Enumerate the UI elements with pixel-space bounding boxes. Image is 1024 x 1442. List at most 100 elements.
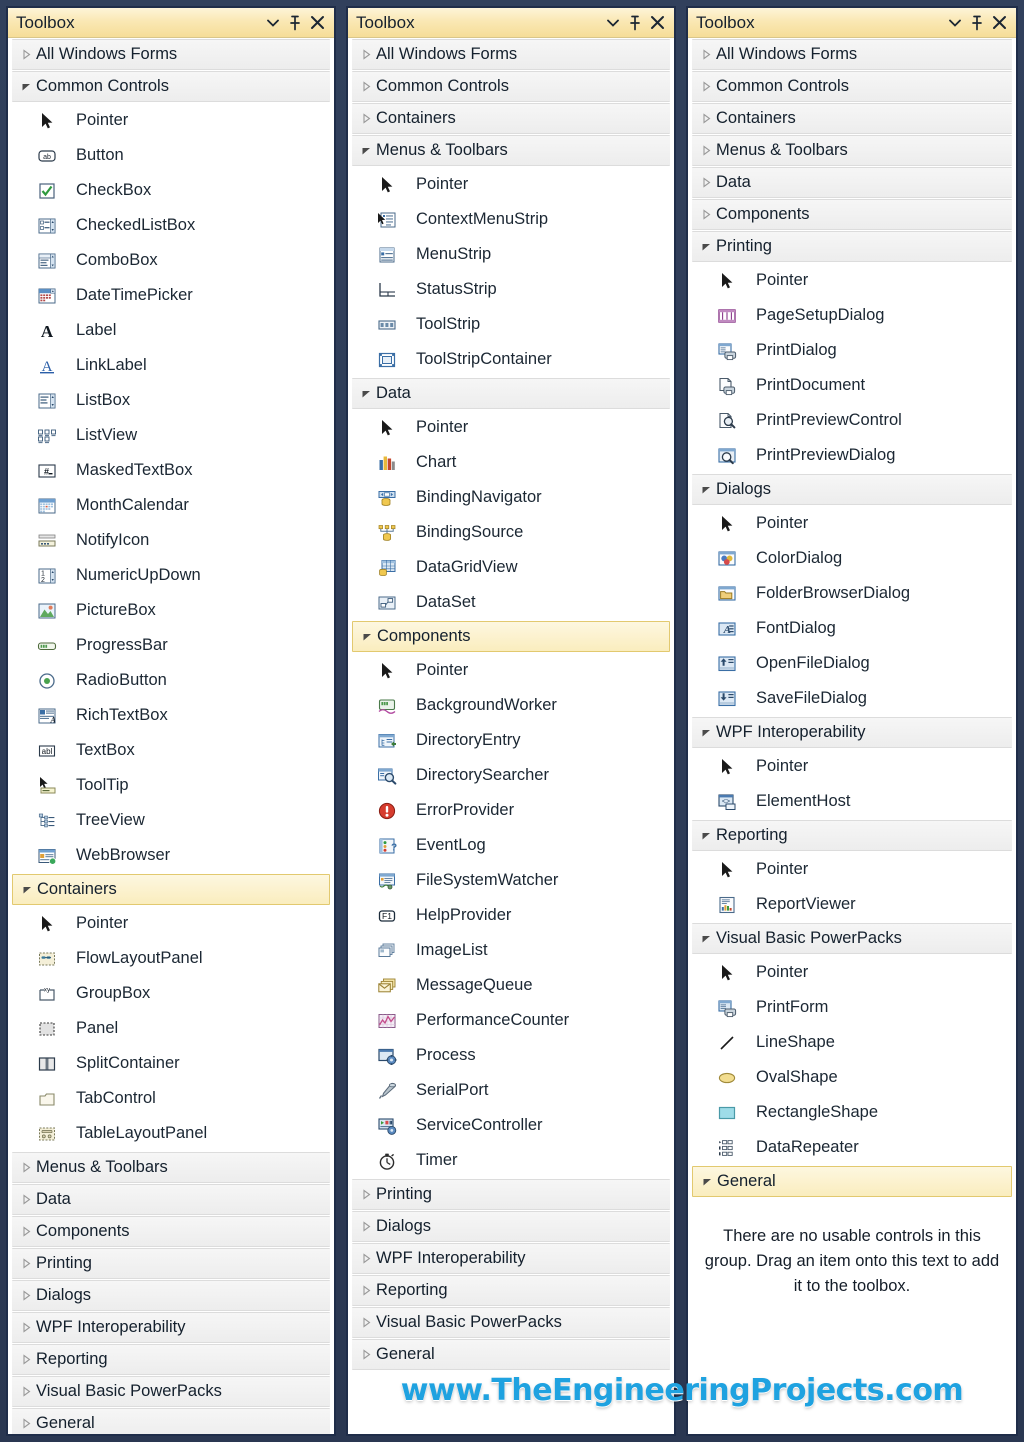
- toolbox-item[interactable]: Pointer: [8, 103, 334, 138]
- toolbox-item[interactable]: MenuStrip: [348, 237, 674, 272]
- toolbox-item[interactable]: ProgressBar: [8, 628, 334, 663]
- toolbox-item[interactable]: PrintPreviewControl: [688, 403, 1016, 438]
- pin-icon[interactable]: [284, 12, 306, 34]
- toolbox-item[interactable]: Process: [348, 1038, 674, 1073]
- toolbox-item[interactable]: WebBrowser: [8, 838, 334, 873]
- toolbox-category-all-windows-forms[interactable]: All Windows Forms: [352, 39, 670, 70]
- toolbox-item[interactable]: FolderBrowserDialog: [688, 576, 1016, 611]
- toolbox-item[interactable]: DataSet: [348, 585, 674, 620]
- toolbox-item[interactable]: CheckedListBox: [8, 208, 334, 243]
- toolbox-item[interactable]: ? EventLog: [348, 828, 674, 863]
- toolbox-category-printing[interactable]: Printing: [692, 231, 1012, 262]
- toolbox-category-dialogs[interactable]: Dialogs: [12, 1280, 330, 1311]
- toolbox-item[interactable]: PerformanceCounter: [348, 1003, 674, 1038]
- toolbox-item[interactable]: A FontDialog: [688, 611, 1016, 646]
- toolbox-item[interactable]: <> ElementHost: [688, 784, 1016, 819]
- toolbox-item[interactable]: CheckBox: [8, 173, 334, 208]
- toolbox-category-general[interactable]: General: [692, 1166, 1012, 1197]
- toolbox-item[interactable]: xy GroupBox: [8, 976, 334, 1011]
- toolbox-item[interactable]: PrintDialog: [688, 333, 1016, 368]
- toolbox-item[interactable]: DataRepeater: [688, 1130, 1016, 1165]
- toolbox-item[interactable]: DirectorySearcher: [348, 758, 674, 793]
- close-icon[interactable]: [306, 12, 328, 34]
- toolbox-list[interactable]: All Windows Forms Common Controls Containe…: [688, 38, 1016, 1434]
- toolbox-item[interactable]: FileSystemWatcher: [348, 863, 674, 898]
- chevron-down-icon[interactable]: [944, 12, 966, 34]
- close-icon[interactable]: [988, 12, 1010, 34]
- toolbox-item[interactable]: Pointer: [348, 410, 674, 445]
- toolbox-item[interactable]: TreeView: [8, 803, 334, 838]
- chevron-down-icon[interactable]: [262, 12, 284, 34]
- toolbox-item[interactable]: FlowLayoutPanel: [8, 941, 334, 976]
- toolbox-item[interactable]: OpenFileDialog: [688, 646, 1016, 681]
- toolbox-category-containers[interactable]: Containers: [692, 103, 1012, 134]
- pin-icon[interactable]: [624, 12, 646, 34]
- toolbox-category-visual-basic-powerpacks[interactable]: Visual Basic PowerPacks: [352, 1307, 670, 1338]
- toolbox-category-menus-toolbars[interactable]: Menus & Toolbars: [12, 1152, 330, 1183]
- toolbox-category-general[interactable]: General: [12, 1408, 330, 1434]
- toolbox-category-dialogs[interactable]: Dialogs: [692, 474, 1012, 505]
- toolbox-item[interactable]: A RichTextBox: [8, 698, 334, 733]
- toolbox-item[interactable]: DataGridView: [348, 550, 674, 585]
- toolbox-item[interactable]: PictureBox: [8, 593, 334, 628]
- toolbox-list[interactable]: All Windows Forms Common Controls Pointer a…: [8, 38, 334, 1434]
- toolbox-category-general[interactable]: General: [352, 1339, 670, 1370]
- toolbox-category-visual-basic-powerpacks[interactable]: Visual Basic PowerPacks: [692, 923, 1012, 954]
- toolbox-item[interactable]: ToolStripContainer: [348, 342, 674, 377]
- toolbox-category-visual-basic-powerpacks[interactable]: Visual Basic PowerPacks: [12, 1376, 330, 1407]
- toolbox-category-all-windows-forms[interactable]: All Windows Forms: [12, 39, 330, 70]
- close-icon[interactable]: [646, 12, 668, 34]
- toolbox-item[interactable]: ContextMenuStrip: [348, 202, 674, 237]
- toolbox-item[interactable]: Pointer: [688, 506, 1016, 541]
- toolbox-item[interactable]: NotifyIcon: [8, 523, 334, 558]
- toolbox-category-printing[interactable]: Printing: [352, 1179, 670, 1210]
- toolbox-item[interactable]: MonthCalendar: [8, 488, 334, 523]
- toolbox-item[interactable]: Timer: [348, 1143, 674, 1178]
- toolbox-item[interactable]: SaveFileDialog: [688, 681, 1016, 716]
- toolbox-list[interactable]: All Windows Forms Common Controls Containe…: [348, 38, 674, 1434]
- toolbox-item[interactable]: Pointer: [348, 167, 674, 202]
- toolbox-category-containers[interactable]: Containers: [352, 103, 670, 134]
- toolbox-item[interactable]: DirectoryEntry: [348, 723, 674, 758]
- toolbox-item[interactable]: # MaskedTextBox: [8, 453, 334, 488]
- toolbox-category-components[interactable]: Components: [352, 621, 670, 652]
- toolbox-item[interactable]: abl TextBox: [8, 733, 334, 768]
- toolbox-item[interactable]: ListBox: [8, 383, 334, 418]
- toolbox-item[interactable]: MessageQueue: [348, 968, 674, 1003]
- toolbox-category-reporting[interactable]: Reporting: [692, 820, 1012, 851]
- toolbox-item[interactable]: ErrorProvider: [348, 793, 674, 828]
- pin-icon[interactable]: [966, 12, 988, 34]
- toolbox-item[interactable]: ServiceController: [348, 1108, 674, 1143]
- toolbox-category-menus-toolbars[interactable]: Menus & Toolbars: [692, 135, 1012, 166]
- toolbox-item[interactable]: 1 2 NumericUpDown: [8, 558, 334, 593]
- chevron-down-icon[interactable]: [602, 12, 624, 34]
- toolbox-item[interactable]: ab Button: [8, 138, 334, 173]
- toolbox-item[interactable]: TabControl: [8, 1081, 334, 1116]
- toolbox-item[interactable]: ComboBox: [8, 243, 334, 278]
- toolbox-item[interactable]: ToolTip: [8, 768, 334, 803]
- toolbox-category-reporting[interactable]: Reporting: [352, 1275, 670, 1306]
- toolbox-item[interactable]: SerialPort: [348, 1073, 674, 1108]
- toolbox-item[interactable]: TableLayoutPanel: [8, 1116, 334, 1151]
- toolbox-item[interactable]: StatusStrip: [348, 272, 674, 307]
- toolbox-category-reporting[interactable]: Reporting: [12, 1344, 330, 1375]
- toolbox-item[interactable]: Pointer: [348, 653, 674, 688]
- toolbox-item[interactable]: RadioButton: [8, 663, 334, 698]
- toolbox-item[interactable]: Pointer: [8, 906, 334, 941]
- toolbox-item[interactable]: PrintForm: [688, 990, 1016, 1025]
- toolbox-item[interactable]: SplitContainer: [8, 1046, 334, 1081]
- toolbox-item[interactable]: ListView: [8, 418, 334, 453]
- toolbox-item[interactable]: Pointer: [688, 852, 1016, 887]
- toolbox-category-common-controls[interactable]: Common Controls: [352, 71, 670, 102]
- toolbox-item[interactable]: Pointer: [688, 955, 1016, 990]
- toolbox-item[interactable]: ImageList: [348, 933, 674, 968]
- toolbox-category-wpf-interoperability[interactable]: WPF Interoperability: [12, 1312, 330, 1343]
- toolbox-item[interactable]: Panel: [8, 1011, 334, 1046]
- toolbox-item[interactable]: Chart: [348, 445, 674, 480]
- toolbox-category-common-controls[interactable]: Common Controls: [692, 71, 1012, 102]
- toolbox-item[interactable]: A Label: [8, 313, 334, 348]
- toolbox-category-printing[interactable]: Printing: [12, 1248, 330, 1279]
- toolbox-item[interactable]: Pointer: [688, 749, 1016, 784]
- toolbox-category-all-windows-forms[interactable]: All Windows Forms: [692, 39, 1012, 70]
- toolbox-category-wpf-interoperability[interactable]: WPF Interoperability: [692, 717, 1012, 748]
